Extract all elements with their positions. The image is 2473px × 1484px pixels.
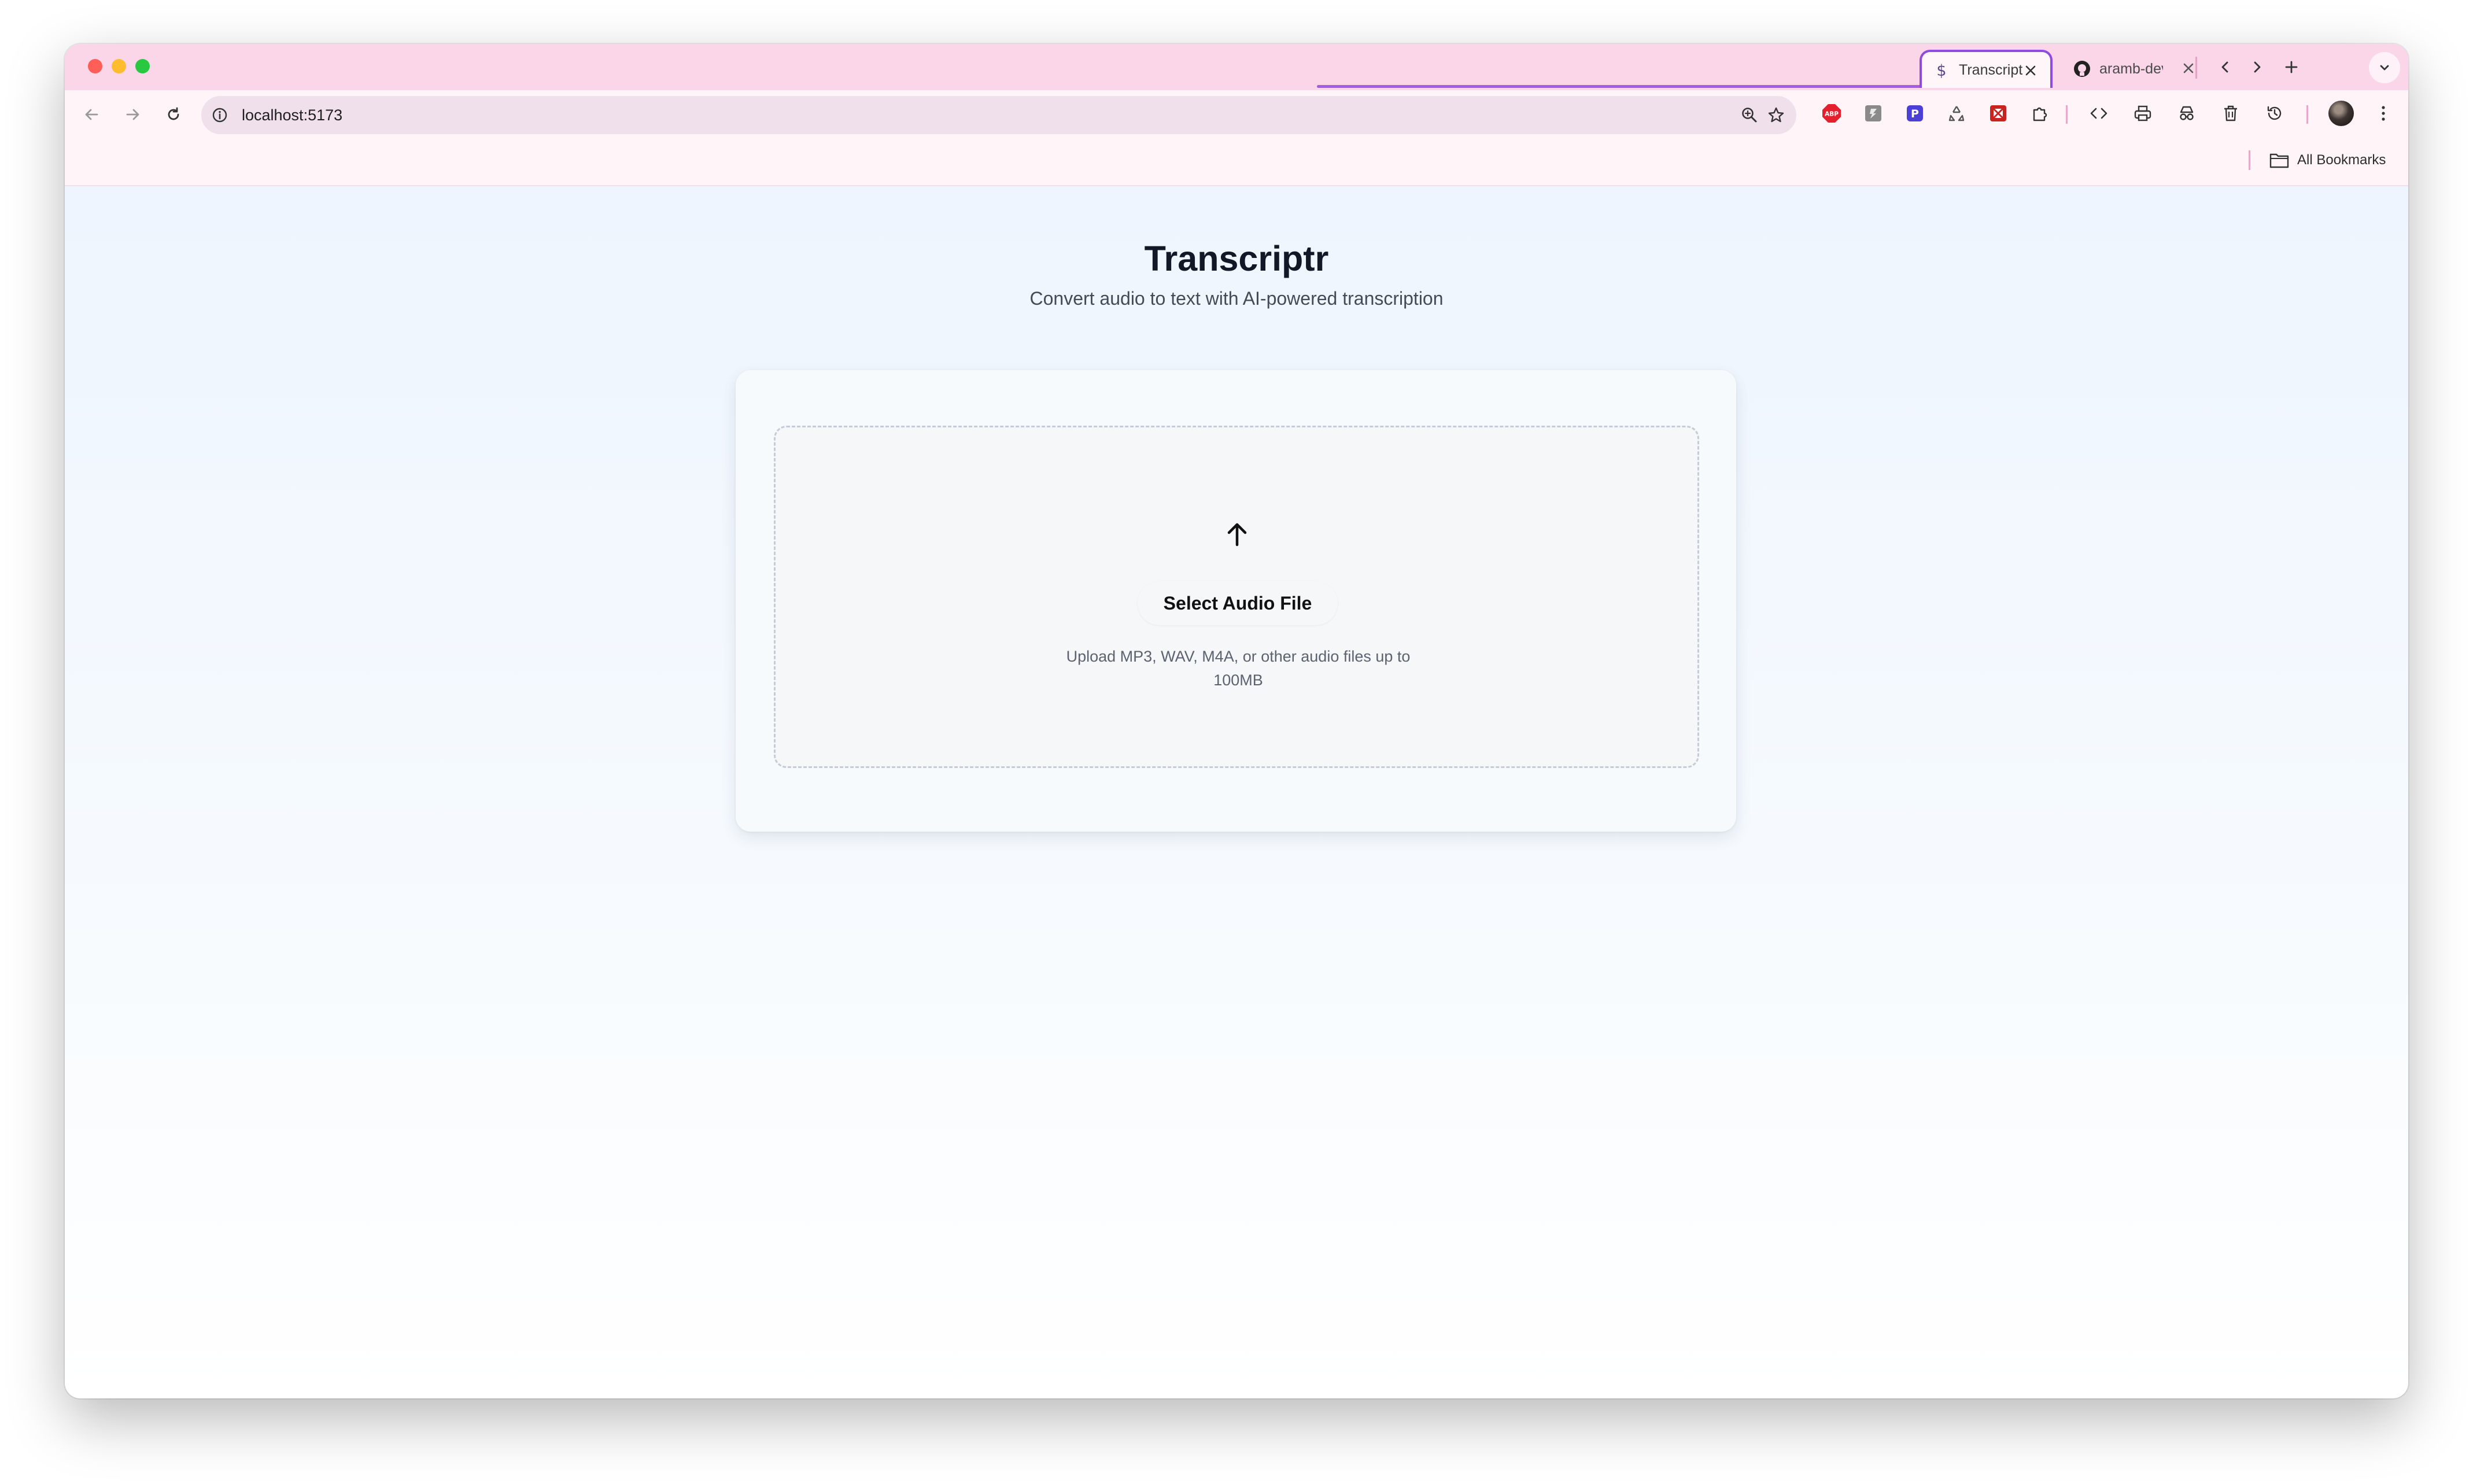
history-icon[interactable] (2262, 101, 2287, 125)
tab-aramb-dev[interactable]: aramb-dev (2064, 50, 2208, 88)
minimize-window-button[interactable] (112, 59, 126, 73)
forward-icon[interactable] (120, 102, 146, 127)
tab-search-button[interactable] (2369, 52, 2400, 83)
back-icon[interactable] (79, 102, 104, 127)
dollar-sign-icon: $ (1932, 61, 1951, 79)
print-icon[interactable] (2131, 101, 2155, 125)
trash-icon[interactable] (2219, 101, 2243, 125)
divider (2306, 105, 2308, 124)
site-info-icon[interactable] (211, 106, 229, 124)
bookmarks-bar: All Bookmarks (65, 139, 2408, 186)
more-menu-icon[interactable] (2371, 101, 2396, 125)
tab-title: Transcriptr (1959, 61, 2022, 78)
reload-icon[interactable] (161, 102, 186, 127)
upload-hint: Upload MP3, WAV, M4A, or other audio fil… (1066, 648, 1411, 689)
svg-text:$: $ (1936, 62, 1946, 79)
code-icon[interactable] (2087, 101, 2111, 125)
audio-dropzone[interactable]: Select Audio File Upload MP3, WAV, M4A, … (774, 426, 1699, 768)
tab-strip: $ Transcriptr aramb-dev (65, 44, 2408, 90)
folder-icon (2269, 152, 2289, 168)
close-window-button[interactable] (88, 59, 102, 73)
extension-icon[interactable] (1861, 101, 1885, 125)
paypal-honey-icon[interactable]: P (1903, 101, 1927, 125)
extension-red-icon[interactable] (1986, 101, 2010, 125)
chevron-down-icon (2379, 62, 2390, 73)
scroll-tabs-right-icon[interactable] (2245, 56, 2268, 79)
bookmark-star-icon[interactable] (1765, 104, 1787, 126)
all-bookmarks-button[interactable]: All Bookmarks (2269, 149, 2386, 171)
adblock-plus-icon[interactable]: ABP (1819, 101, 1844, 125)
puzzle-icon[interactable] (2028, 101, 2052, 125)
select-audio-file-button[interactable]: Select Audio File (1138, 581, 1338, 625)
new-tab-icon[interactable] (2280, 56, 2303, 79)
profile-avatar[interactable] (2328, 101, 2354, 126)
divider (2066, 105, 2068, 124)
address-bar[interactable]: localhost:5173 (201, 96, 1796, 134)
tab-transcriptr[interactable]: $ Transcriptr (1920, 50, 2053, 88)
svg-text:P: P (1911, 108, 1919, 120)
upload-card: Select Audio File Upload MP3, WAV, M4A, … (736, 370, 1736, 832)
recycle-icon[interactable] (1944, 101, 1969, 125)
browser-toolbar: localhost:5173 ABP P (65, 90, 2408, 139)
scroll-tabs-left-icon[interactable] (2214, 56, 2237, 79)
close-tab-icon[interactable] (2021, 61, 2040, 80)
browser-window: $ Transcriptr aramb-dev localhost:5173 A… (65, 44, 2408, 1398)
url-text: localhost:5173 (242, 106, 343, 124)
divider (2195, 57, 2197, 79)
zoom-icon[interactable] (1739, 104, 1760, 126)
divider (2249, 150, 2250, 170)
github-icon (2073, 60, 2091, 78)
all-bookmarks-label: All Bookmarks (2297, 152, 2386, 168)
incognito-icon[interactable] (2175, 101, 2199, 125)
tab-title: aramb-dev (2099, 60, 2163, 77)
page-content: Transcriptr Convert audio to text with A… (65, 186, 2408, 1398)
maximize-window-button[interactable] (135, 59, 150, 73)
svg-text:ABP: ABP (1825, 111, 1839, 118)
upload-arrow-icon (1223, 520, 1252, 549)
page-title: Transcriptr (1144, 239, 1329, 278)
page-subtitle: Convert audio to text with AI-powered tr… (1029, 288, 1444, 309)
tab-group-accent (1317, 85, 1985, 88)
